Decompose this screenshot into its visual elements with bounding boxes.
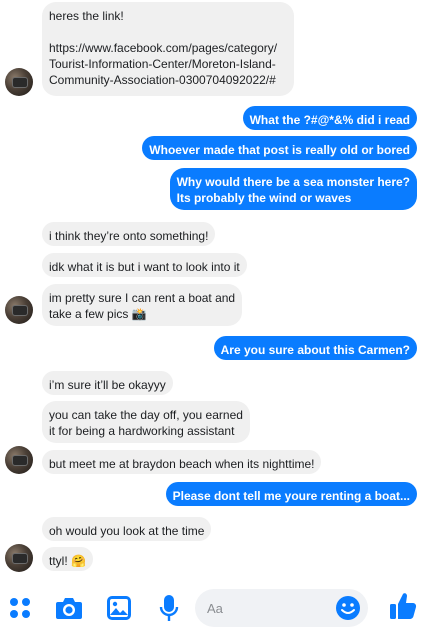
thumbs-up-button[interactable] bbox=[388, 591, 418, 621]
apps-button[interactable] bbox=[5, 593, 35, 623]
message-input-container[interactable] bbox=[195, 589, 368, 627]
message-bubble-incoming: im pretty sure I can rent a boat and tak… bbox=[42, 284, 243, 326]
message-bubble-incoming: but meet me at braydon beach when its ni… bbox=[42, 450, 322, 474]
message-bubble-incoming: you can take the day off, you earned it … bbox=[42, 401, 250, 443]
contact-avatar[interactable] bbox=[5, 68, 33, 96]
emoji-button[interactable] bbox=[335, 595, 361, 621]
microphone-icon bbox=[159, 595, 179, 621]
message-bubble-outgoing: Please dont tell me youre renting a boat… bbox=[165, 482, 417, 506]
gallery-icon bbox=[107, 596, 131, 620]
microphone-button[interactable] bbox=[154, 593, 184, 623]
contact-avatar[interactable] bbox=[5, 296, 33, 324]
apps-icon bbox=[10, 598, 30, 618]
message-thread: heres the link! https://www.facebook.com… bbox=[0, 0, 425, 580]
message-bubble-incoming: i’m sure it’ll be okayyy bbox=[42, 371, 173, 395]
contact-avatar[interactable] bbox=[5, 446, 33, 474]
message-bubble-incoming: ttyl! 🤗 bbox=[42, 547, 93, 571]
message-bubble-outgoing: Are you sure about this Carmen? bbox=[213, 336, 417, 360]
message-bubble-incoming: oh would you look at the time bbox=[42, 517, 212, 541]
camera-button[interactable] bbox=[54, 593, 84, 623]
gallery-button[interactable] bbox=[104, 593, 134, 623]
thumbs-up-icon bbox=[390, 593, 417, 619]
message-bubble-outgoing: What the ?#@*&% did i read bbox=[242, 106, 417, 130]
message-bubble-incoming: heres the link! https://www.facebook.com… bbox=[42, 2, 294, 96]
message-bubble-incoming: idk what it is but i want to look into i… bbox=[42, 253, 247, 277]
emoji-icon bbox=[336, 596, 360, 620]
message-bubble-outgoing: Why would there be a sea monster here? I… bbox=[169, 168, 417, 210]
message-input[interactable] bbox=[207, 599, 327, 617]
contact-avatar[interactable] bbox=[5, 544, 33, 572]
message-composer bbox=[0, 583, 425, 637]
message-bubble-outgoing: Whoever made that post is really old or … bbox=[142, 136, 417, 160]
message-bubble-incoming: i think they’re onto something! bbox=[42, 222, 216, 246]
camera-icon bbox=[56, 598, 82, 619]
